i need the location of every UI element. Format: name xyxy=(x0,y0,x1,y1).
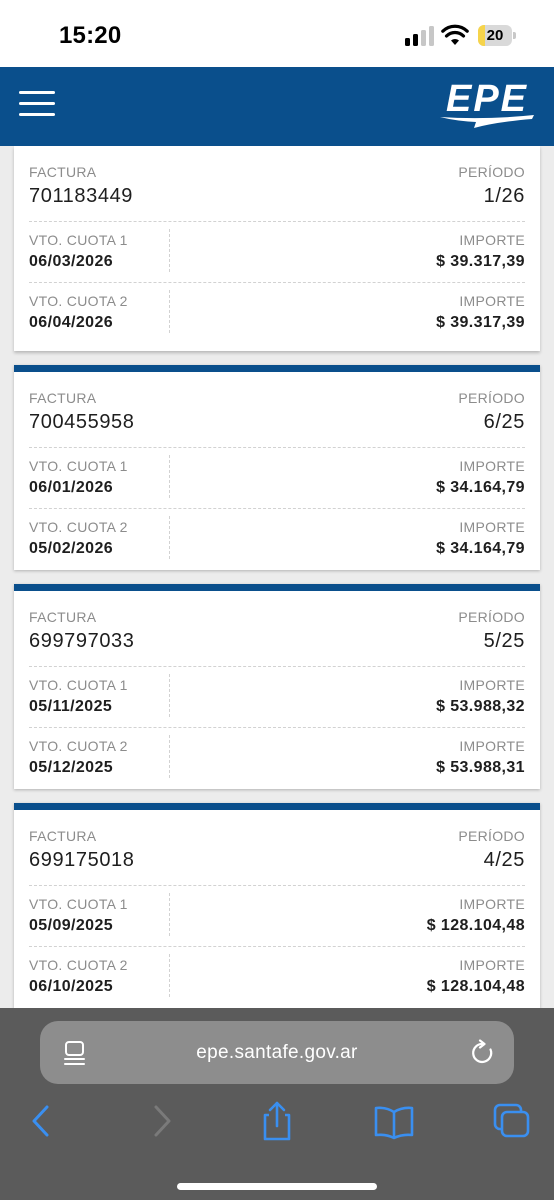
cellular-signal-icon xyxy=(405,26,435,46)
invoice-card[interactable]: FACTURA 699175018 PERÍODO 4/25 VTO. CUOT… xyxy=(14,803,540,1008)
divider xyxy=(169,290,170,333)
periodo-label: PERÍODO xyxy=(458,609,525,625)
vto-cuota-2-label: VTO. CUOTA 2 xyxy=(29,738,128,754)
importe-label: IMPORTE xyxy=(459,293,525,309)
reload-icon[interactable] xyxy=(470,1039,496,1067)
periodo-value: 5/25 xyxy=(483,630,525,652)
bookmarks-icon[interactable] xyxy=(372,1101,416,1141)
importe-label: IMPORTE xyxy=(459,458,525,474)
vto-cuota-1-date: 06/03/2026 xyxy=(29,253,114,270)
factura-label: FACTURA xyxy=(29,390,97,406)
menu-icon[interactable] xyxy=(19,91,55,117)
factura-label: FACTURA xyxy=(29,164,97,180)
factura-label: FACTURA xyxy=(29,828,97,844)
factura-number: 700455958 xyxy=(29,411,135,433)
divider xyxy=(169,229,170,272)
tabs-icon[interactable] xyxy=(490,1101,534,1141)
importe-label: IMPORTE xyxy=(459,519,525,535)
periodo-label: PERÍODO xyxy=(458,390,525,406)
vto-cuota-2-date: 06/10/2025 xyxy=(29,978,114,995)
importe-label: IMPORTE xyxy=(459,677,525,693)
divider xyxy=(169,455,170,498)
divider xyxy=(169,735,170,778)
divider xyxy=(29,221,525,222)
vto-cuota-2-date: 06/04/2026 xyxy=(29,314,114,331)
vto-cuota-1-label: VTO. CUOTA 1 xyxy=(29,232,128,248)
battery-percent: 20 xyxy=(486,27,504,44)
browser-toolbar: epe.santafe.gov.ar xyxy=(0,1008,554,1200)
divider xyxy=(29,508,525,509)
importe-label: IMPORTE xyxy=(459,738,525,754)
importe-cuota-2: $ 39.317,39 xyxy=(436,314,525,331)
factura-number: 699175018 xyxy=(29,849,135,871)
address-bar[interactable]: epe.santafe.gov.ar xyxy=(40,1021,514,1084)
status-time: 15:20 xyxy=(59,22,122,49)
vto-cuota-1-date: 05/11/2025 xyxy=(29,698,113,715)
status-bar: 15:20 20 xyxy=(0,0,554,67)
invoice-card[interactable]: FACTURA 700455958 PERÍODO 6/25 VTO. CUOT… xyxy=(14,365,540,570)
vto-cuota-1-date: 05/09/2025 xyxy=(29,917,114,934)
invoice-card[interactable]: FACTURA 701183449 PERÍODO 1/26 VTO. CUOT… xyxy=(14,146,540,351)
importe-cuota-1: $ 34.164,79 xyxy=(436,479,525,496)
vto-cuota-2-label: VTO. CUOTA 2 xyxy=(29,293,128,309)
periodo-value: 1/26 xyxy=(483,185,525,207)
factura-number: 699797033 xyxy=(29,630,135,652)
svg-text:EPE: EPE xyxy=(446,78,528,120)
invoice-list: FACTURA 701183449 PERÍODO 1/26 VTO. CUOT… xyxy=(0,146,554,1008)
divider xyxy=(29,946,525,947)
vto-cuota-2-label: VTO. CUOTA 2 xyxy=(29,957,128,973)
periodo-value: 6/25 xyxy=(483,411,525,433)
vto-cuota-1-label: VTO. CUOTA 1 xyxy=(29,896,128,912)
factura-label: FACTURA xyxy=(29,609,97,625)
battery-icon: 20 xyxy=(478,25,516,46)
importe-cuota-2: $ 34.164,79 xyxy=(436,540,525,557)
url-text: epe.santafe.gov.ar xyxy=(196,1042,358,1063)
importe-cuota-2: $ 53.988,31 xyxy=(436,759,525,776)
importe-label: IMPORTE xyxy=(459,896,525,912)
importe-label: IMPORTE xyxy=(459,957,525,973)
wifi-icon xyxy=(441,24,469,45)
back-icon[interactable] xyxy=(20,1101,64,1141)
vto-cuota-1-label: VTO. CUOTA 1 xyxy=(29,677,128,693)
importe-cuota-2: $ 128.104,48 xyxy=(426,978,525,995)
vto-cuota-2-label: VTO. CUOTA 2 xyxy=(29,519,128,535)
periodo-label: PERÍODO xyxy=(458,164,525,180)
importe-cuota-1: $ 128.104,48 xyxy=(426,917,525,934)
vto-cuota-2-date: 05/02/2026 xyxy=(29,540,114,557)
screen: 15:20 20 EPE FACTURA 701183449 PERÍODO 1… xyxy=(0,0,554,1200)
vto-cuota-1-label: VTO. CUOTA 1 xyxy=(29,458,128,474)
importe-cuota-1: $ 53.988,32 xyxy=(436,698,525,715)
divider xyxy=(29,727,525,728)
app-header: EPE xyxy=(0,67,554,146)
divider xyxy=(169,954,170,997)
epe-logo[interactable]: EPE xyxy=(436,78,538,134)
divider xyxy=(29,666,525,667)
divider xyxy=(29,282,525,283)
divider xyxy=(29,885,525,886)
vto-cuota-1-date: 06/01/2026 xyxy=(29,479,114,496)
importe-cuota-1: $ 39.317,39 xyxy=(436,253,525,270)
periodo-label: PERÍODO xyxy=(458,828,525,844)
vto-cuota-2-date: 05/12/2025 xyxy=(29,759,114,776)
divider xyxy=(169,516,170,559)
forward-icon[interactable] xyxy=(139,1101,183,1141)
divider xyxy=(29,447,525,448)
divider xyxy=(169,893,170,936)
share-icon[interactable] xyxy=(255,1101,299,1141)
home-indicator[interactable] xyxy=(177,1183,377,1190)
divider xyxy=(169,674,170,717)
invoice-card[interactable]: FACTURA 699797033 PERÍODO 5/25 VTO. CUOT… xyxy=(14,584,540,789)
factura-number: 701183449 xyxy=(29,185,134,207)
periodo-value: 4/25 xyxy=(483,849,525,871)
importe-label: IMPORTE xyxy=(459,232,525,248)
